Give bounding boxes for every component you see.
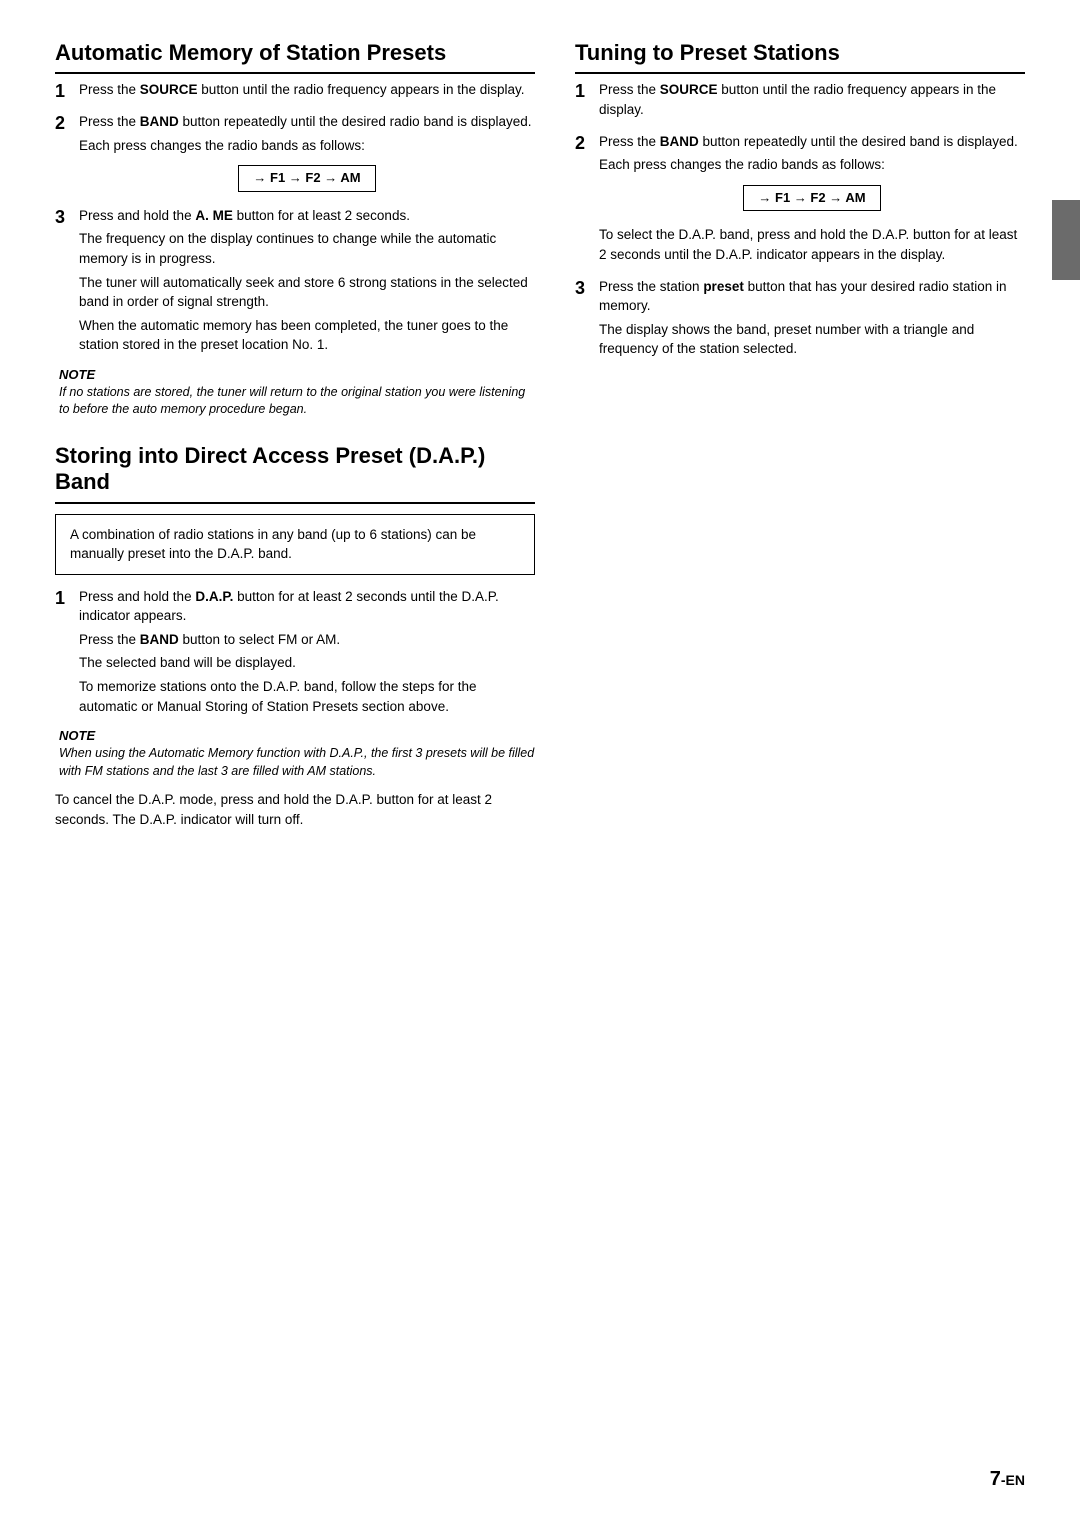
auto-memory-note: NOTE If no stations are stored, the tune… bbox=[59, 367, 535, 419]
tuning-steps: 1 Press the SOURCE button until the radi… bbox=[575, 80, 1025, 362]
dap-step-1-text-b: Press the BAND button to select FM or AM… bbox=[79, 630, 535, 650]
tuning-step-2-text-b: Each press changes the radio bands as fo… bbox=[599, 155, 1025, 175]
tuning-step-3-text-a: Press the station preset button that has… bbox=[599, 277, 1025, 316]
tuning-step-2-text-c: To select the D.A.P. band, press and hol… bbox=[599, 225, 1025, 264]
section-dap-title: Storing into Direct Access Preset (D.A.P… bbox=[55, 443, 535, 504]
step-number-1: 1 bbox=[55, 80, 73, 103]
auto-memory-steps: 1 Press the SOURCE button until the radi… bbox=[55, 80, 535, 358]
dap-steps: 1 Press and hold the D.A.P. button for a… bbox=[55, 587, 535, 720]
tuning-step-2-content: Press the BAND button repeatedly until t… bbox=[599, 132, 1025, 269]
step-number-3: 3 bbox=[55, 206, 73, 229]
tuning-step-2: 2 Press the BAND button repeatedly until… bbox=[575, 132, 1025, 269]
tuning-step-1-content: Press the SOURCE button until the radio … bbox=[599, 80, 1025, 123]
note-label-1: NOTE bbox=[59, 367, 535, 382]
tuning-step-1: 1 Press the SOURCE button until the radi… bbox=[575, 80, 1025, 123]
step-1-content: Press the SOURCE button until the radio … bbox=[79, 80, 535, 104]
dap-note: NOTE When using the Automatic Memory fun… bbox=[59, 728, 535, 780]
step-3-content: Press and hold the A. ME button for at l… bbox=[79, 206, 535, 359]
dap-info-box: A combination of radio stations in any b… bbox=[55, 514, 535, 575]
auto-memory-step-2: 2 Press the BAND button repeatedly until… bbox=[55, 112, 535, 198]
note-label-2: NOTE bbox=[59, 728, 535, 743]
step-3-text-b: The frequency on the display continues t… bbox=[79, 229, 535, 268]
two-column-layout: Automatic Memory of Station Presets 1 Pr… bbox=[55, 40, 1025, 829]
tuning-step-1-text: Press the SOURCE button until the radio … bbox=[599, 80, 1025, 119]
band-sequence-2: → F1 → F2 → AM bbox=[743, 185, 880, 212]
step-1-text: Press the SOURCE button until the radio … bbox=[79, 80, 535, 100]
tuning-step-3-content: Press the station preset button that has… bbox=[599, 277, 1025, 363]
dap-step-number-1: 1 bbox=[55, 587, 73, 610]
note-text-1: If no stations are stored, the tuner wil… bbox=[59, 384, 535, 419]
section-tuning: Tuning to Preset Stations 1 Press the SO… bbox=[575, 40, 1025, 363]
dap-closing-text: To cancel the D.A.P. mode, press and hol… bbox=[55, 790, 535, 829]
page-number: 7-EN bbox=[990, 1468, 1025, 1491]
step-3-text-d: When the automatic memory has been compl… bbox=[79, 316, 535, 355]
section-tuning-title: Tuning to Preset Stations bbox=[575, 40, 1025, 74]
tuning-step-3: 3 Press the station preset button that h… bbox=[575, 277, 1025, 363]
step-number-2: 2 bbox=[55, 112, 73, 135]
tuning-step-number-2: 2 bbox=[575, 132, 593, 155]
page-suffix: -EN bbox=[1001, 1472, 1025, 1488]
section-dap: Storing into Direct Access Preset (D.A.P… bbox=[55, 443, 535, 829]
tuning-step-number-1: 1 bbox=[575, 80, 593, 103]
section-auto-memory-title: Automatic Memory of Station Presets bbox=[55, 40, 535, 74]
dap-step-1-text-c: The selected band will be displayed. bbox=[79, 653, 535, 673]
page-container: Automatic Memory of Station Presets 1 Pr… bbox=[0, 0, 1080, 1526]
step-2-content: Press the BAND button repeatedly until t… bbox=[79, 112, 535, 198]
auto-memory-step-1: 1 Press the SOURCE button until the radi… bbox=[55, 80, 535, 104]
tuning-step-number-3: 3 bbox=[575, 277, 593, 300]
right-column: Tuning to Preset Stations 1 Press the SO… bbox=[575, 40, 1025, 829]
dap-step-1: 1 Press and hold the D.A.P. button for a… bbox=[55, 587, 535, 720]
auto-memory-step-3: 3 Press and hold the A. ME button for at… bbox=[55, 206, 535, 359]
section-auto-memory: Automatic Memory of Station Presets 1 Pr… bbox=[55, 40, 535, 419]
left-column: Automatic Memory of Station Presets 1 Pr… bbox=[55, 40, 535, 829]
dap-step-1-text-d: To memorize stations onto the D.A.P. ban… bbox=[79, 677, 535, 716]
dap-step-1-content: Press and hold the D.A.P. button for at … bbox=[79, 587, 535, 720]
tuning-step-2-text-a: Press the BAND button repeatedly until t… bbox=[599, 132, 1025, 152]
step-2-text-b: Each press changes the radio bands as fo… bbox=[79, 136, 535, 156]
step-3-text-c: The tuner will automatically seek and st… bbox=[79, 273, 535, 312]
right-tab bbox=[1052, 200, 1080, 280]
dap-step-1-text-a: Press and hold the D.A.P. button for at … bbox=[79, 587, 535, 626]
step-3-text-a: Press and hold the A. ME button for at l… bbox=[79, 206, 535, 226]
tuning-step-3-text-b: The display shows the band, preset numbe… bbox=[599, 320, 1025, 359]
note-text-2: When using the Automatic Memory function… bbox=[59, 745, 535, 780]
band-sequence-1: → F1 → F2 → AM bbox=[238, 165, 375, 192]
step-2-text-a: Press the BAND button repeatedly until t… bbox=[79, 112, 535, 132]
